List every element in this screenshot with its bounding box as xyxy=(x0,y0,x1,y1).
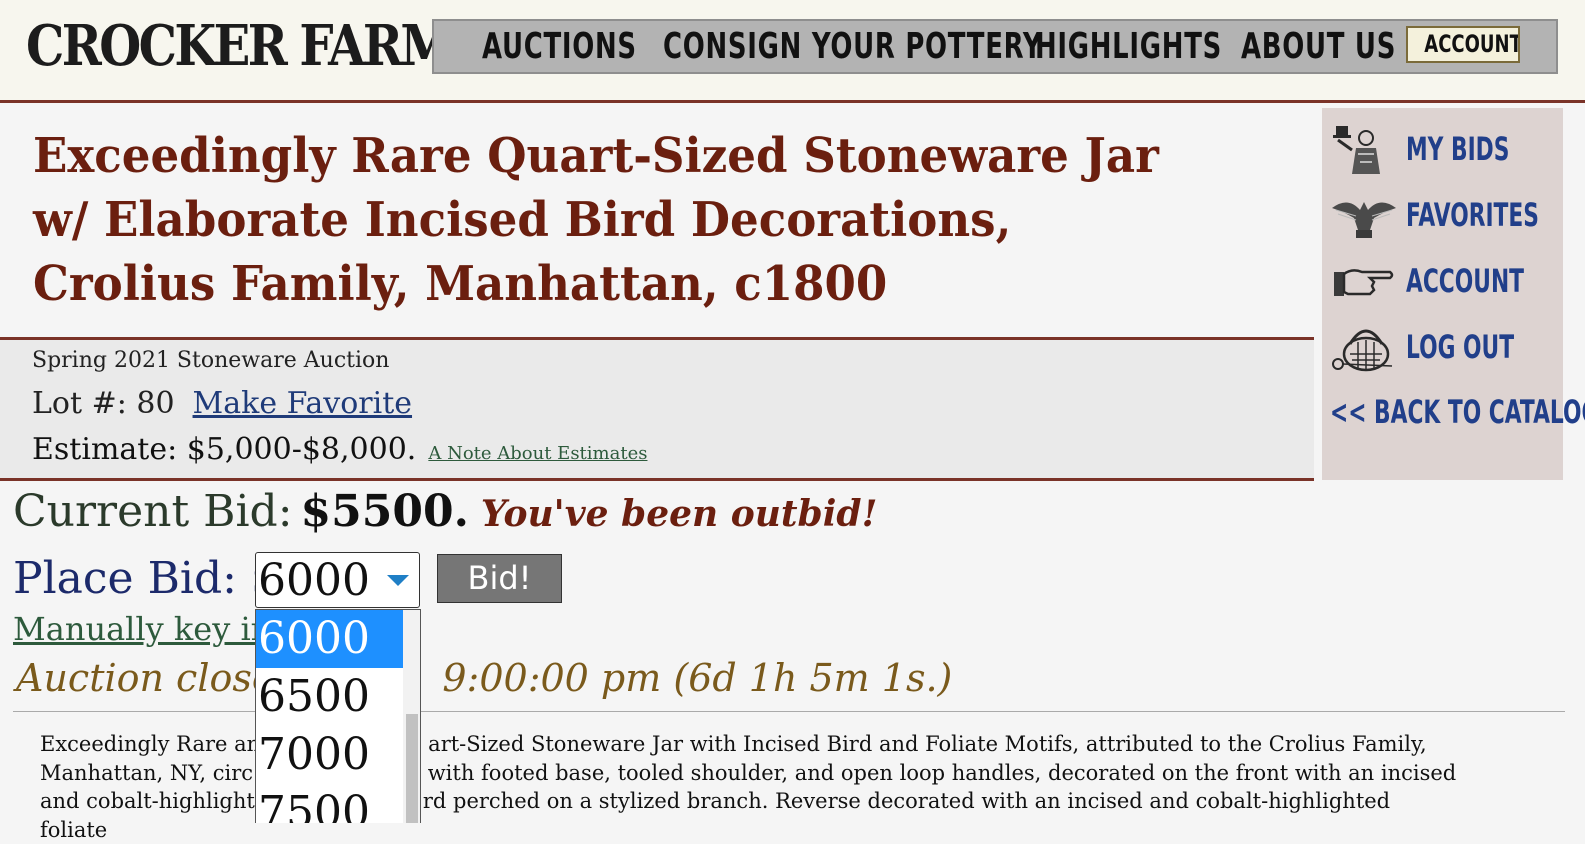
sidebar-label-account: ACCOUNT xyxy=(1406,262,1525,300)
description-text: Manhattan, NY, circ xyxy=(40,760,254,785)
nav-highlights[interactable]: HIGHLIGHTS xyxy=(1035,21,1222,72)
description-line: Exceedingly Rare an art-Sized Stoneware J… xyxy=(40,730,1460,759)
lot-title: Exceedingly Rare Quart-Sized Stoneware J… xyxy=(33,128,1159,312)
info-divider xyxy=(0,478,1314,481)
sidebar-label-my-bids: MY BIDS xyxy=(1406,130,1510,168)
sidebar-label-log-out: LOG OUT xyxy=(1406,328,1515,366)
account-button-label: ACCOUNT xyxy=(1424,30,1520,58)
dropdown-option[interactable]: 6000 xyxy=(256,610,403,668)
auction-close-time: Auction close 9:00:00 pm (6d 1h 5m 1s.) xyxy=(16,656,952,700)
lot-description: Exceedingly Rare an art-Sized Stoneware J… xyxy=(40,730,1460,844)
sidebar-item-account[interactable]: ACCOUNT xyxy=(1330,252,1560,312)
current-bid-row: Current Bid: $5500. You've been outbid! xyxy=(13,486,877,537)
place-bid-label: Place Bid: $ xyxy=(13,553,279,604)
bid-amount-selected-value: 6000 xyxy=(258,555,370,606)
back-to-catalog-link[interactable]: << BACK TO CATALOG xyxy=(1330,393,1585,431)
sidebar-item-log-out[interactable]: LOG OUT xyxy=(1330,318,1560,378)
nav-about-us[interactable]: ABOUT US xyxy=(1241,21,1396,72)
estimate-row: Estimate: $5,000-$8,000. A Note About Est… xyxy=(32,432,647,467)
sidebar-item-favorites[interactable]: FAVORITES xyxy=(1330,186,1560,246)
current-bid-amount: $5500. xyxy=(300,486,469,537)
estimate-text: Estimate: $5,000-$8,000. xyxy=(32,432,417,467)
make-favorite-link[interactable]: Make Favorite xyxy=(193,386,413,421)
description-text: with footed base, tooled shoulder, and o… xyxy=(421,760,1457,785)
eagle-icon xyxy=(1332,202,1396,238)
description-line: and cobalt-highlight rd perched on a styl… xyxy=(40,787,1460,844)
dropdown-option[interactable]: 7500 xyxy=(256,784,403,823)
auction-close-label: Auction close xyxy=(16,656,275,700)
auction-name: Spring 2021 Stoneware Auction xyxy=(32,348,390,373)
dropdown-option[interactable]: 7000 xyxy=(256,726,403,784)
nav-consign-your-pottery[interactable]: CONSIGN YOUR POTTERY xyxy=(663,21,1042,72)
auction-close-countdown: 9:00:00 pm (6d 1h 5m 1s.) xyxy=(442,656,953,700)
uncle-sam-icon xyxy=(1333,126,1380,174)
chevron-down-icon xyxy=(387,575,409,586)
basket-icon xyxy=(1332,329,1393,372)
top-navigation: AUCTIONS CONSIGN YOUR POTTERY HIGHLIGHTS… xyxy=(432,19,1558,74)
nav-auctions[interactable]: AUCTIONS xyxy=(482,21,637,72)
estimate-note-link[interactable]: A Note About Estimates xyxy=(428,443,647,464)
dropdown-scrollbar-thumb[interactable] xyxy=(406,714,418,823)
account-button[interactable]: ACCOUNT xyxy=(1406,26,1520,63)
description-text: Exceedingly Rare an xyxy=(40,732,261,756)
sidebar-label-favorites: FAVORITES xyxy=(1406,196,1539,234)
outbid-message: You've been outbid! xyxy=(480,493,878,535)
bid-button[interactable]: Bid! xyxy=(437,554,562,603)
bid-amount-dropdown-list: 6000 6500 7000 7500 xyxy=(255,609,421,823)
site-header: CROCKER FARM AUCTIONS CONSIGN YOUR POTTE… xyxy=(0,0,1585,103)
description-line: Manhattan, NY, circ with footed base, to… xyxy=(40,759,1460,788)
lot-number-row: Lot #: 80 Make Favorite xyxy=(32,386,412,421)
description-text: and cobalt-highlight xyxy=(40,789,255,813)
lot-number: Lot #: 80 xyxy=(32,386,175,421)
description-divider xyxy=(13,711,1565,712)
crocker-farm-logo[interactable]: CROCKER FARM xyxy=(26,12,454,80)
sidebar-item-my-bids[interactable]: MY BIDS xyxy=(1330,120,1560,180)
account-sidebar: MY BIDS FAVORITES ACCOUNT LOG OUT << BAC… xyxy=(1322,108,1585,480)
description-text: art-Sized Stoneware Jar with Incised Bir… xyxy=(428,732,1427,756)
dropdown-scrollbar[interactable] xyxy=(403,610,420,823)
bid-amount-select[interactable]: 6000 xyxy=(255,552,420,608)
current-bid-label: Current Bid: xyxy=(13,486,293,537)
pointing-hand-icon xyxy=(1334,269,1394,296)
dropdown-option[interactable]: 6500 xyxy=(256,668,403,726)
